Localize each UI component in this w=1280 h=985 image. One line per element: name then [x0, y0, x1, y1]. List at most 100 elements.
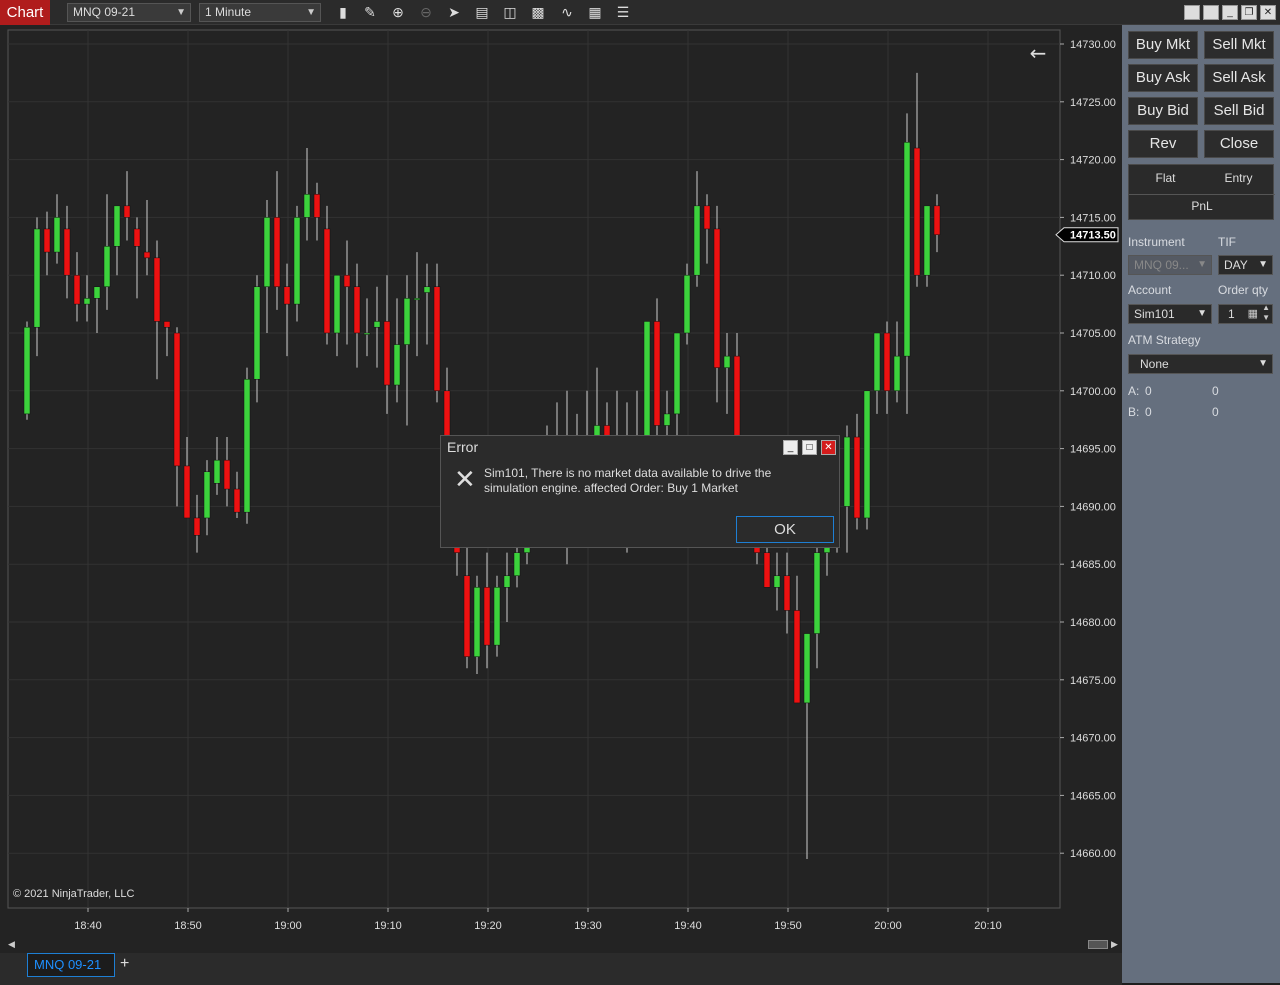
- restore-icon[interactable]: ❐: [1241, 5, 1257, 20]
- candle-body: [303, 194, 311, 218]
- zoom-out-icon[interactable]: ⊖: [416, 3, 436, 22]
- account-select[interactable]: Sim101 ▼: [1128, 304, 1212, 324]
- candle-body: [923, 205, 931, 276]
- time-tick-label: 19:40: [674, 920, 702, 932]
- price-tick-label: 14680.00: [1070, 617, 1116, 629]
- window-cascade-icon[interactable]: [1203, 5, 1219, 20]
- templates-icon[interactable]: ◫: [500, 3, 520, 22]
- candle-body: [293, 217, 301, 305]
- buy-market-button[interactable]: Buy Mkt: [1128, 31, 1198, 59]
- sell-ask-button[interactable]: Sell Ask: [1204, 64, 1274, 92]
- close-position-button[interactable]: Close: [1204, 130, 1274, 158]
- top-toolbar: Chart MNQ 09-21 ▼ 1 Minute ▼ ▮ ✎ ⊕ ⊖ ➤ ▤…: [0, 0, 1280, 25]
- candle-body: [703, 205, 711, 230]
- pointer-icon[interactable]: ➤: [444, 3, 464, 22]
- atm-strategy-select[interactable]: None ▼: [1128, 354, 1273, 374]
- window-tile-icon[interactable]: [1184, 5, 1200, 20]
- interval-selector-value: 1 Minute: [205, 5, 252, 19]
- time-tick-label: 19:50: [774, 920, 802, 932]
- strategies-icon[interactable]: ∿: [557, 3, 577, 22]
- candle-body: [213, 459, 221, 484]
- bars-type-icon[interactable]: ▮: [333, 3, 353, 22]
- zoom-in-icon[interactable]: ⊕: [388, 3, 408, 22]
- candle-body: [393, 344, 401, 386]
- price-tick-label: 14665.00: [1070, 790, 1116, 802]
- dialog-minimize-icon[interactable]: _: [783, 440, 798, 455]
- instrument-field[interactable]: MNQ 09... ▼: [1128, 255, 1212, 275]
- time-tick-label: 19:30: [574, 920, 602, 932]
- instrument-selector[interactable]: MNQ 09-21 ▼: [67, 3, 191, 22]
- candle-body: [23, 326, 31, 415]
- tif-label: TIF: [1218, 235, 1236, 249]
- properties-icon[interactable]: ▦: [585, 3, 605, 22]
- candle-body: [133, 228, 141, 247]
- candle-body: [273, 217, 281, 288]
- time-tick-label: 18:50: [174, 920, 202, 932]
- dialog-message-line1: Sim101, There is no market data availabl…: [484, 466, 772, 480]
- candle-body: [773, 575, 781, 588]
- time-tick-label: 20:10: [974, 920, 1002, 932]
- instrument-selector-value: MNQ 09-21: [73, 5, 136, 19]
- price-axis: 14730.00 14725.00 14720.00 14715.00 14710.00…: [1055, 39, 1119, 860]
- minimize-icon[interactable]: _: [1222, 5, 1238, 20]
- time-tick-label: 18:40: [74, 920, 102, 932]
- price-tick-label: 14725.00: [1070, 97, 1116, 109]
- candle-body: [143, 251, 151, 259]
- reverse-button[interactable]: Rev: [1128, 130, 1198, 158]
- price-tick-label: 14690.00: [1070, 501, 1116, 513]
- buy-bid-button[interactable]: Buy Bid: [1128, 97, 1198, 125]
- tab-mnq-09-21[interactable]: MNQ 09-21: [27, 953, 115, 977]
- scroll-left-icon[interactable]: ◀: [8, 939, 15, 950]
- chart-window-label: Chart: [0, 0, 50, 25]
- candle-body: [673, 332, 681, 415]
- buy-ask-button[interactable]: Buy Ask: [1128, 64, 1198, 92]
- candle-body: [493, 587, 501, 646]
- close-icon[interactable]: ✕: [1260, 5, 1276, 20]
- entry-label: Entry: [1224, 171, 1253, 185]
- sell-market-button[interactable]: Sell Mkt: [1204, 31, 1274, 59]
- spinner-icon[interactable]: ▲ ▼: [1262, 303, 1270, 323]
- candle-body: [423, 286, 431, 293]
- candle-body: [43, 228, 51, 253]
- order-qty-stepper[interactable]: 1 ▦ ▲ ▼: [1218, 303, 1273, 324]
- candle-body: [263, 217, 271, 288]
- tif-select[interactable]: DAY ▼: [1218, 255, 1273, 275]
- scroll-right-icon[interactable]: ▶: [1111, 939, 1118, 950]
- candle-body: [103, 246, 111, 288]
- indicators-icon[interactable]: ▩: [528, 3, 548, 22]
- account-label: Account: [1128, 283, 1172, 297]
- order-qty-label: Order qty: [1218, 283, 1269, 297]
- account-select-value: Sim101: [1134, 307, 1175, 321]
- error-dialog: Error _ □ ✕ ✕ Sim101, There is no market…: [440, 435, 840, 548]
- atm-strategy-label: ATM Strategy: [1128, 333, 1201, 347]
- add-tab-button[interactable]: +: [120, 953, 136, 977]
- ok-button[interactable]: OK: [736, 516, 834, 543]
- price-tick-label: 14670.00: [1070, 733, 1116, 745]
- candle-body: [253, 286, 261, 380]
- tif-select-value: DAY: [1224, 258, 1248, 272]
- chart-scrollbar[interactable]: ◀ ▶: [8, 937, 1120, 951]
- dialog-maximize-icon[interactable]: □: [802, 440, 817, 455]
- calculator-icon[interactable]: ▦: [1248, 305, 1258, 323]
- candle-body: [123, 205, 131, 218]
- dialog-close-icon[interactable]: ✕: [821, 440, 836, 455]
- drawing-tool-icon[interactable]: ✎: [360, 3, 380, 22]
- candle-body: [383, 321, 391, 386]
- candle-body: [93, 286, 101, 299]
- b-value-2: 0: [1212, 405, 1219, 419]
- chart-trader-icon[interactable]: ☰: [613, 3, 633, 22]
- candle-body: [163, 321, 171, 328]
- candle-body: [63, 228, 71, 276]
- scroll-thumb[interactable]: [1088, 940, 1108, 949]
- interval-selector[interactable]: 1 Minute ▼: [199, 3, 321, 22]
- candle-body: [793, 610, 801, 704]
- price-tick-label: 14730.00: [1070, 39, 1116, 51]
- candle-body: [803, 633, 811, 704]
- sell-bid-button[interactable]: Sell Bid: [1204, 97, 1274, 125]
- candle-body: [433, 286, 441, 392]
- data-box-icon[interactable]: ▤: [472, 3, 492, 22]
- b-value-1: 0: [1145, 405, 1152, 419]
- arrow-left-icon[interactable]: ←: [1030, 41, 1047, 65]
- candle-body: [193, 517, 201, 536]
- time-tick-label: 19:10: [374, 920, 402, 932]
